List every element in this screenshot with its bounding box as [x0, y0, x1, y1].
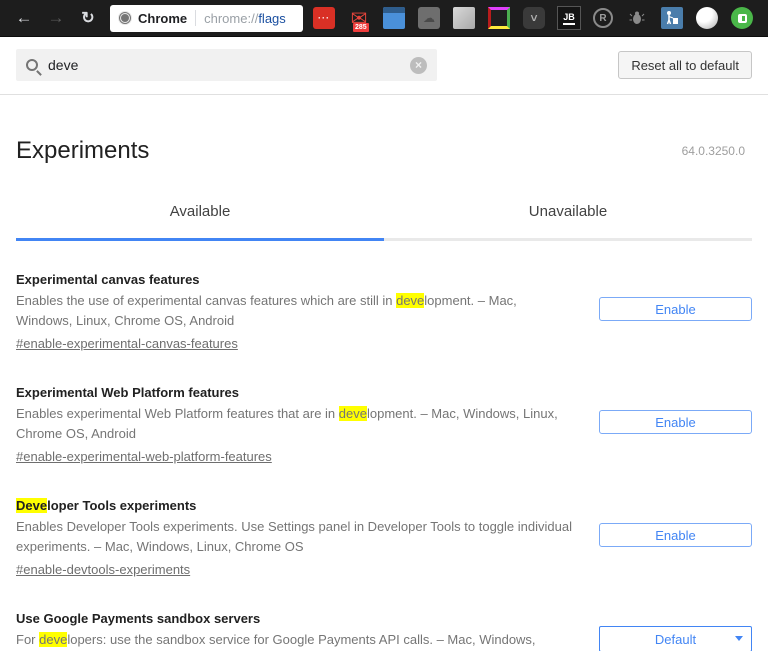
flags-page: × Reset all to default Experiments 64.0.…: [0, 37, 768, 651]
title-highlight: Deve: [16, 498, 48, 513]
bug-glyph: [629, 11, 645, 24]
experiment-text: Experimental Web Platform features Enabl…: [16, 384, 576, 466]
experiment-title: Use Google Payments sandbox servers: [16, 610, 576, 628]
lastpass-extension-icon[interactable]: ···: [313, 7, 335, 29]
experiments-list: Experimental canvas features Enables the…: [16, 271, 752, 651]
experiment-description: Enables the use of experimental canvas f…: [16, 291, 576, 331]
pushbullet-glyph: [737, 13, 747, 23]
chrome-page-icon: [118, 11, 132, 25]
url-scheme: chrome://: [204, 10, 259, 26]
color-picker-extension-icon[interactable]: [488, 7, 510, 29]
forward-icon[interactable]: →: [43, 5, 69, 31]
window-titlebar-shape: [383, 7, 405, 13]
page-title: Experiments: [16, 137, 150, 164]
experiment-permalink[interactable]: #enable-devtools-experiments: [16, 561, 190, 579]
search-input[interactable]: [48, 57, 410, 73]
experiment-description: Enables Developer Tools experiments. Use…: [16, 517, 576, 557]
experiment-text: Experimental canvas features Enables the…: [16, 271, 576, 353]
reload-icon[interactable]: ↻: [75, 5, 101, 31]
address-bar[interactable]: Chrome chrome:// flags: [110, 4, 303, 32]
enable-button[interactable]: Enable: [599, 297, 752, 321]
jetbrains-extension-icon[interactable]: JB: [557, 6, 581, 30]
desc-highlight: deve: [39, 632, 68, 647]
clear-search-icon[interactable]: ×: [410, 56, 427, 74]
search-row: × Reset all to default: [0, 37, 768, 94]
pushbullet-extension-icon[interactable]: [731, 7, 753, 29]
reset-all-button[interactable]: Reset all to default: [618, 51, 752, 79]
url-path: flags: [258, 10, 286, 26]
pocket-extension-icon[interactable]: ˅: [523, 7, 545, 29]
experiment-action: Enable: [599, 384, 752, 434]
title-text: Experimental Web Platform features: [16, 385, 239, 400]
experiment-action: Enable: [599, 271, 752, 321]
desc-text: lopers: use the sandbox service for Goog…: [67, 632, 536, 647]
tab-bar: Available Unavailable: [16, 189, 752, 238]
desc-text: Enables Developer Tools experiments. Use…: [16, 519, 572, 554]
site-label: Chrome: [138, 10, 188, 26]
experiment-text: Use Google Payments sandbox servers For …: [16, 610, 576, 650]
back-icon[interactable]: ←: [11, 5, 37, 31]
browser-toolbar: ← → ↻ Chrome chrome:// flags ··· ✉ 285 ☁…: [0, 0, 768, 37]
gray-square-extension-icon[interactable]: [453, 7, 475, 29]
tab-unavailable-underline: [384, 238, 752, 241]
experiment-row: Experimental canvas features Enables the…: [16, 271, 752, 353]
tab-available-underline: [16, 238, 384, 241]
bug-extension-icon[interactable]: [626, 7, 648, 29]
search-box: ×: [16, 49, 437, 81]
select-value: Default: [654, 631, 697, 647]
desc-text: Enables the use of experimental canvas f…: [16, 293, 397, 308]
person-trash-glyph: [666, 11, 678, 25]
enable-button[interactable]: Enable: [599, 410, 752, 434]
jetbrains-label: JB: [563, 12, 575, 25]
header-divider: [0, 94, 768, 95]
extensions-row: ··· ✉ 285 ☁ ˅ JB R: [313, 6, 768, 32]
experiment-action: Default: [599, 610, 752, 651]
tab-unavailable[interactable]: Unavailable: [384, 189, 752, 238]
tab-underline-track: [16, 238, 752, 241]
chevron-down-icon: [735, 636, 743, 641]
experiment-text: Developer Tools experiments Enables Deve…: [16, 497, 576, 579]
version-label: 64.0.3250.0: [681, 144, 745, 158]
experiment-description: For developers: use the sandbox service …: [16, 630, 576, 650]
experiment-permalink[interactable]: #enable-experimental-web-platform-featur…: [16, 448, 272, 466]
cleanup-extension-icon[interactable]: [661, 7, 683, 29]
page-header: Experiments 64.0.3250.0: [16, 137, 745, 165]
desc-text: Enables experimental Web Platform featur…: [16, 406, 339, 421]
sphere-extension-icon[interactable]: [696, 7, 718, 29]
tab-available[interactable]: Available: [16, 189, 384, 238]
experiment-row: Use Google Payments sandbox servers For …: [16, 610, 752, 651]
title-text: Experimental canvas features: [16, 272, 200, 287]
desc-highlight: deve: [396, 293, 425, 308]
enable-button[interactable]: Enable: [599, 523, 752, 547]
gmail-extension-icon[interactable]: ✉ 285: [348, 7, 370, 32]
experiment-row: Developer Tools experiments Enables Deve…: [16, 497, 752, 579]
experiment-description: Enables experimental Web Platform featur…: [16, 404, 576, 444]
experiment-title: Experimental Web Platform features: [16, 384, 576, 402]
experiment-permalink[interactable]: #enable-experimental-canvas-features: [16, 335, 238, 353]
omnibox-separator: [195, 10, 197, 26]
experiment-title: Experimental canvas features: [16, 271, 576, 289]
experiment-row: Experimental Web Platform features Enabl…: [16, 384, 752, 466]
title-text: Use Google Payments sandbox servers: [16, 611, 261, 626]
search-icon: [26, 59, 38, 71]
gmail-unread-badge: 285: [353, 23, 369, 32]
title-text: loper Tools experiments: [47, 498, 197, 513]
desc-highlight: deve: [338, 406, 367, 421]
desc-text: For: [16, 632, 40, 647]
window-extension-icon[interactable]: [383, 7, 405, 29]
experiment-action: Enable: [599, 497, 752, 547]
flag-value-select[interactable]: Default: [599, 626, 752, 651]
rotate-extension-icon[interactable]: R: [593, 8, 613, 28]
cloud-folder-extension-icon[interactable]: ☁: [418, 7, 440, 29]
experiment-title: Developer Tools experiments: [16, 497, 576, 515]
